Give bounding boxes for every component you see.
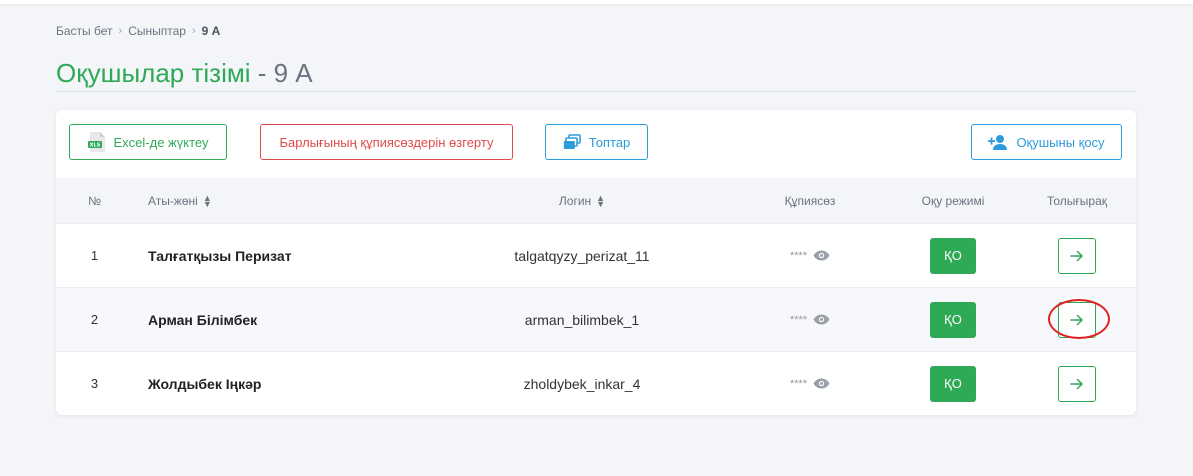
top-bar: [0, 0, 1193, 4]
breadcrumb-classes-link[interactable]: Сыныптар: [128, 24, 186, 38]
details-button[interactable]: [1058, 365, 1096, 402]
row-password: ****: [758, 288, 862, 351]
breadcrumb: Басты бет › Сыныптар › 9 А: [56, 24, 220, 38]
sort-icon[interactable]: ▲ ▼: [596, 193, 605, 208]
row-mode: ҚО: [902, 224, 1004, 287]
row-password: ****: [758, 352, 862, 415]
eye-icon[interactable]: [813, 250, 830, 261]
students-card: XLS Excel-де жүктеу Барлығының құпиясөзд…: [56, 110, 1136, 415]
header-mode: Оқу режимі: [921, 193, 985, 208]
table-row: 1 Талғатқызы Перизат talgatqyzy_perizat_…: [56, 223, 1136, 287]
row-num: 1: [90, 248, 99, 263]
groups-button[interactable]: Топтар: [545, 124, 648, 160]
chevron-right-icon: ›: [191, 25, 196, 37]
row-login: zholdybek_inkar_4: [523, 375, 641, 392]
page-title-class: 9 А: [273, 58, 313, 88]
password-mask: ****: [789, 249, 808, 262]
page-title: Оқушылар тізімі - 9 А: [56, 58, 313, 89]
eye-icon[interactable]: [813, 378, 830, 389]
header-num: №: [88, 193, 101, 208]
row-name: Жолдыбек Іңкәр: [148, 375, 262, 392]
xls-file-icon: XLS: [87, 132, 106, 152]
header-login-label: Логин: [558, 193, 592, 208]
row-name: Талғатқызы Перизат: [148, 247, 292, 264]
sort-icon[interactable]: ▲ ▼: [203, 193, 212, 208]
row-more: [1027, 224, 1127, 287]
chevron-right-icon: ›: [118, 25, 123, 37]
header-name[interactable]: Аты-жөні ▲ ▼: [148, 178, 212, 223]
table-row: 3 Жолдыбек Іңкәр zholdybek_inkar_4 **** …: [56, 351, 1136, 415]
page-title-main: Оқушылар тізімі: [56, 58, 251, 88]
highlight-annotation: [1048, 299, 1110, 339]
arrow-right-icon: [1070, 378, 1084, 390]
add-student-label: Оқушыны қосу: [1016, 134, 1105, 150]
row-mode: ҚО: [902, 288, 1004, 351]
add-student-button[interactable]: Оқушыны қосу: [971, 124, 1122, 160]
study-mode-button[interactable]: ҚО: [930, 237, 976, 274]
page-title-sep: -: [250, 58, 274, 88]
breadcrumb-home-link[interactable]: Басты бет: [56, 24, 113, 38]
arrow-right-icon: [1070, 250, 1084, 262]
header-name-label: Аты-жөні: [148, 193, 198, 208]
svg-text:XLS: XLS: [89, 143, 100, 149]
header-password: Құпиясөз: [784, 193, 836, 208]
study-mode-button[interactable]: ҚО: [930, 301, 976, 338]
excel-download-button[interactable]: XLS Excel-де жүктеу: [69, 124, 227, 160]
reset-all-passwords-button[interactable]: Барлығының құпиясөздерін өзгерту: [260, 124, 513, 160]
row-login: talgatqyzy_perizat_11: [514, 247, 650, 264]
row-mode: ҚО: [902, 352, 1004, 415]
groups-icon: [563, 134, 581, 150]
header-more: Толығырақ: [1046, 193, 1108, 208]
row-name: Арман Білімбек: [148, 311, 258, 328]
reset-all-passwords-label: Барлығының құпиясөздерін өзгерту: [279, 134, 494, 150]
study-mode-button[interactable]: ҚО: [930, 365, 976, 402]
title-divider: [56, 91, 1136, 92]
row-num: 3: [90, 376, 99, 391]
header-login[interactable]: Логин ▲ ▼: [476, 178, 688, 223]
row-more: [1027, 352, 1127, 415]
groups-label: Топтар: [588, 134, 631, 150]
table-header: № Аты-жөні ▲ ▼ Логин ▲ ▼ Құпиясөз Оқу режи…: [56, 178, 1136, 223]
details-button[interactable]: [1058, 237, 1096, 274]
row-num: 2: [90, 312, 99, 327]
add-user-icon: [988, 134, 1008, 150]
row-login: arman_bilimbek_1: [524, 311, 640, 328]
breadcrumb-current: 9 А: [201, 24, 221, 38]
eye-icon[interactable]: [813, 314, 830, 325]
password-mask: ****: [789, 313, 808, 326]
password-mask: ****: [789, 377, 808, 390]
excel-download-label: Excel-де жүктеу: [113, 134, 209, 150]
row-password: ****: [758, 224, 862, 287]
table-row: 2 Арман Білімбек arman_bilimbek_1 **** Қ…: [56, 287, 1136, 351]
